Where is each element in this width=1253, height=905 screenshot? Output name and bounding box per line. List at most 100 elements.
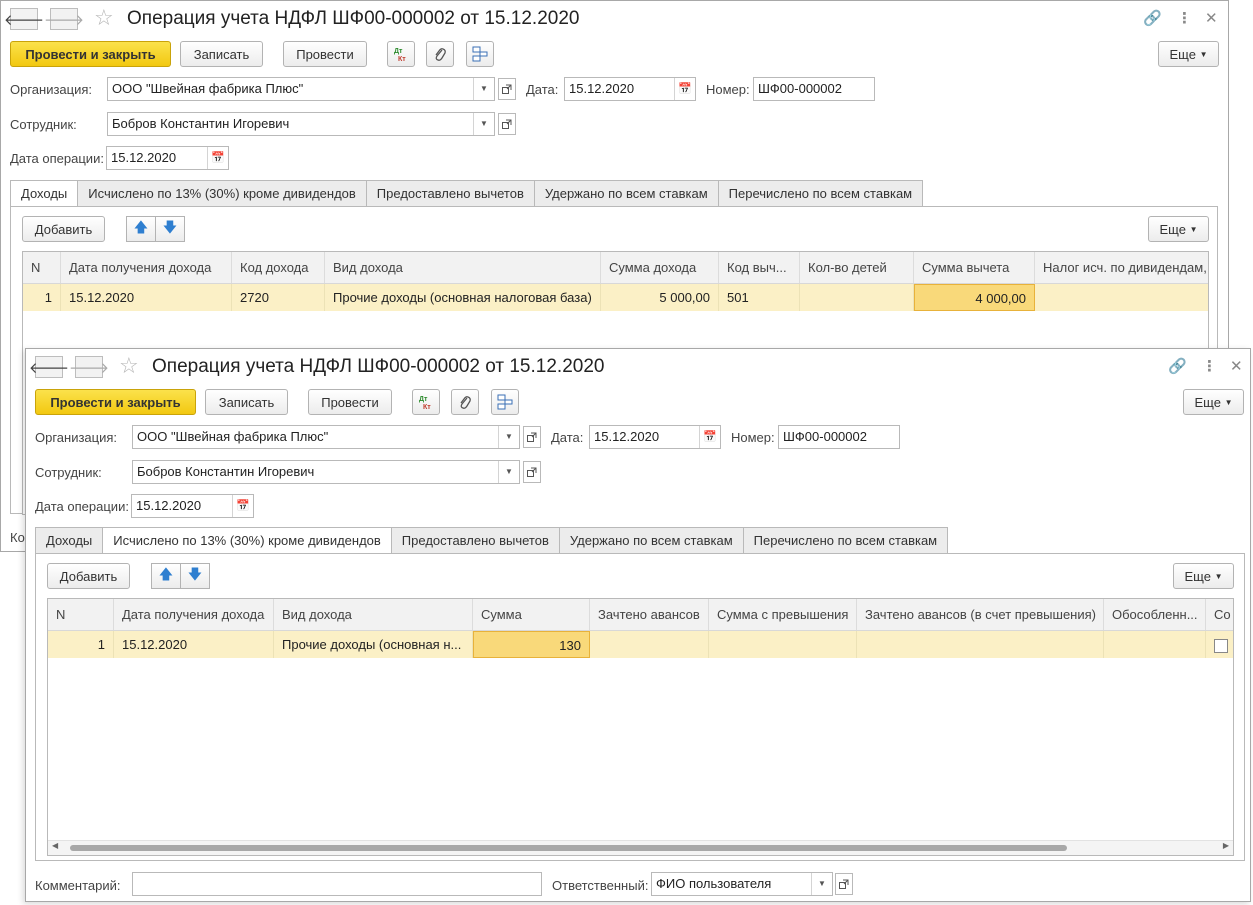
col-advances-excess[interactable]: Зачтено авансов (в счет превышения) bbox=[857, 599, 1104, 630]
number-field[interactable]: ШФ00-000002 bbox=[778, 425, 900, 449]
responsible-field[interactable]: ФИО пользователя ▼ bbox=[651, 872, 833, 896]
responsible-open-button[interactable] bbox=[835, 873, 853, 895]
close-icon[interactable]: ✕ bbox=[1230, 358, 1243, 376]
op-date-field[interactable]: 15.12.2020 📅 bbox=[106, 146, 229, 170]
post-button[interactable]: Провести bbox=[283, 41, 367, 67]
chevron-down-icon[interactable]: ▼ bbox=[473, 113, 494, 135]
grid-more-button[interactable]: Еще ▼ bbox=[1173, 563, 1234, 589]
employee-open-button[interactable] bbox=[523, 461, 541, 483]
favorite-star-icon[interactable]: ☆ bbox=[94, 7, 114, 29]
employee-field[interactable]: Бобров Константин Игоревич ▼ bbox=[132, 460, 520, 484]
more-button[interactable]: Еще ▼ bbox=[1158, 41, 1219, 67]
cell-deduction-amount[interactable]: 4 000,00 bbox=[914, 284, 1035, 311]
attach-button[interactable] bbox=[451, 389, 479, 415]
number-field[interactable]: ШФ00-000002 bbox=[753, 77, 875, 101]
tab-deductions[interactable]: Предоставлено вычетов bbox=[390, 527, 560, 553]
tab-calculated[interactable]: Исчислено по 13% (30%) кроме дивидендов bbox=[102, 527, 392, 554]
org-field[interactable]: ООО "Швейная фабрика Плюс" ▼ bbox=[107, 77, 495, 101]
table-row[interactable]: 1 15.12.2020 2720 Прочие доходы (основна… bbox=[23, 284, 1208, 311]
svg-text:Дт: Дт bbox=[419, 396, 428, 403]
structure-button[interactable] bbox=[466, 41, 494, 67]
col-advances[interactable]: Зачтено авансов bbox=[590, 599, 709, 630]
col-n[interactable]: N bbox=[23, 252, 61, 283]
save-button[interactable]: Записать bbox=[180, 41, 263, 67]
col-children[interactable]: Кол-во детей bbox=[800, 252, 914, 283]
post-and-close-button[interactable]: Провести и закрыть bbox=[35, 389, 196, 415]
col-kind[interactable]: Вид дохода bbox=[274, 599, 473, 630]
post-and-close-button[interactable]: Провести и закрыть bbox=[10, 41, 171, 67]
col-deduction-code[interactable]: Код выч... bbox=[719, 252, 800, 283]
col-date[interactable]: Дата получения дохода bbox=[61, 252, 232, 283]
tab-calculated[interactable]: Исчислено по 13% (30%) кроме дивидендов bbox=[77, 180, 367, 206]
col-excess-sum[interactable]: Сумма с превышения bbox=[709, 599, 857, 630]
col-code[interactable]: Код дохода bbox=[232, 252, 325, 283]
tab-transferred[interactable]: Перечислено по всем ставкам bbox=[742, 527, 949, 553]
col-deduction-amount[interactable]: Сумма вычета bbox=[914, 252, 1035, 283]
tab-deductions[interactable]: Предоставлено вычетов bbox=[365, 180, 535, 206]
col-amount[interactable]: Сумма дохода bbox=[601, 252, 719, 283]
tab-transferred[interactable]: Перечислено по всем ставкам bbox=[717, 180, 924, 206]
grid-more-button[interactable]: Еще ▼ bbox=[1148, 216, 1209, 242]
employee-field[interactable]: Бобров Константин Игоревич ▼ bbox=[107, 112, 495, 136]
back-button[interactable]: 🡐 bbox=[4, 8, 44, 30]
move-down-button[interactable]: 🡇 bbox=[180, 563, 210, 589]
horizontal-scrollbar[interactable]: ◀ ▶ bbox=[48, 840, 1233, 855]
org-label: Организация: bbox=[10, 82, 93, 97]
save-button[interactable]: Записать bbox=[205, 389, 288, 415]
add-button[interactable]: Добавить bbox=[22, 216, 105, 242]
col-sum[interactable]: Сумма bbox=[473, 599, 590, 630]
more-button[interactable]: Еще ▼ bbox=[1183, 389, 1244, 415]
favorite-star-icon[interactable]: ☆ bbox=[119, 355, 139, 377]
chevron-down-icon[interactable]: ▼ bbox=[811, 873, 832, 895]
add-button[interactable]: Добавить bbox=[47, 563, 130, 589]
employee-open-button[interactable] bbox=[498, 113, 516, 135]
close-icon[interactable]: ✕ bbox=[1205, 10, 1218, 28]
more-vertical-icon[interactable]: ⋮ bbox=[1202, 358, 1217, 376]
table-row[interactable]: 1 15.12.2020 Прочие доходы (основная н..… bbox=[48, 631, 1233, 658]
calendar-icon[interactable]: 📅 bbox=[674, 78, 695, 100]
calendar-icon[interactable]: 📅 bbox=[699, 426, 720, 448]
link-icon[interactable]: 🔗 bbox=[1168, 358, 1187, 376]
attach-button[interactable] bbox=[426, 41, 454, 67]
checkbox[interactable] bbox=[1214, 638, 1228, 653]
back-button[interactable]: 🡐 bbox=[29, 356, 69, 378]
tab-income[interactable]: Доходы bbox=[35, 527, 104, 553]
op-date-field[interactable]: 15.12.2020 📅 bbox=[131, 494, 254, 518]
col-n[interactable]: N bbox=[48, 599, 114, 630]
chevron-down-icon[interactable]: ▼ bbox=[498, 461, 519, 483]
date-field[interactable]: 15.12.2020 📅 bbox=[564, 77, 696, 101]
comment-input[interactable] bbox=[132, 872, 542, 896]
col-flag[interactable]: Со bbox=[1206, 599, 1233, 630]
col-kind[interactable]: Вид дохода bbox=[325, 252, 601, 283]
col-separate[interactable]: Обособленн... bbox=[1104, 599, 1206, 630]
cell-sum[interactable]: 130 bbox=[473, 631, 590, 658]
move-up-button[interactable]: 🡅 bbox=[151, 563, 181, 589]
tab-withheld[interactable]: Удержано по всем ставкам bbox=[558, 527, 744, 553]
dt-kt-button[interactable]: Дт Кт bbox=[412, 389, 440, 415]
col-date[interactable]: Дата получения дохода bbox=[114, 599, 274, 630]
scroll-left-icon[interactable]: ◀ bbox=[52, 841, 58, 850]
org-open-button[interactable] bbox=[523, 426, 541, 448]
scroll-right-icon[interactable]: ▶ bbox=[1223, 841, 1229, 850]
calendar-icon[interactable]: 📅 bbox=[232, 495, 253, 517]
scrollbar-thumb[interactable] bbox=[70, 845, 1067, 851]
forward-button[interactable]: 🡒 bbox=[69, 356, 109, 378]
org-field[interactable]: ООО "Швейная фабрика Плюс" ▼ bbox=[132, 425, 520, 449]
col-dividend-tax[interactable]: Налог исч. по дивидендам, bbox=[1035, 252, 1208, 283]
move-up-button[interactable]: 🡅 bbox=[126, 216, 156, 242]
calendar-icon[interactable]: 📅 bbox=[207, 147, 228, 169]
org-open-button[interactable] bbox=[498, 78, 516, 100]
post-button[interactable]: Провести bbox=[308, 389, 392, 415]
more-vertical-icon[interactable]: ⋮ bbox=[1177, 10, 1192, 28]
arrow-up-icon: 🡅 bbox=[133, 219, 149, 235]
forward-button[interactable]: 🡒 bbox=[44, 8, 84, 30]
chevron-down-icon[interactable]: ▼ bbox=[473, 78, 494, 100]
link-icon[interactable]: 🔗 bbox=[1143, 10, 1162, 28]
move-down-button[interactable]: 🡇 bbox=[155, 216, 185, 242]
dt-kt-button[interactable]: Дт Кт bbox=[387, 41, 415, 67]
tab-income[interactable]: Доходы bbox=[10, 180, 79, 207]
structure-button[interactable] bbox=[491, 389, 519, 415]
tab-withheld[interactable]: Удержано по всем ставкам bbox=[533, 180, 719, 206]
chevron-down-icon[interactable]: ▼ bbox=[498, 426, 519, 448]
date-field[interactable]: 15.12.2020 📅 bbox=[589, 425, 721, 449]
